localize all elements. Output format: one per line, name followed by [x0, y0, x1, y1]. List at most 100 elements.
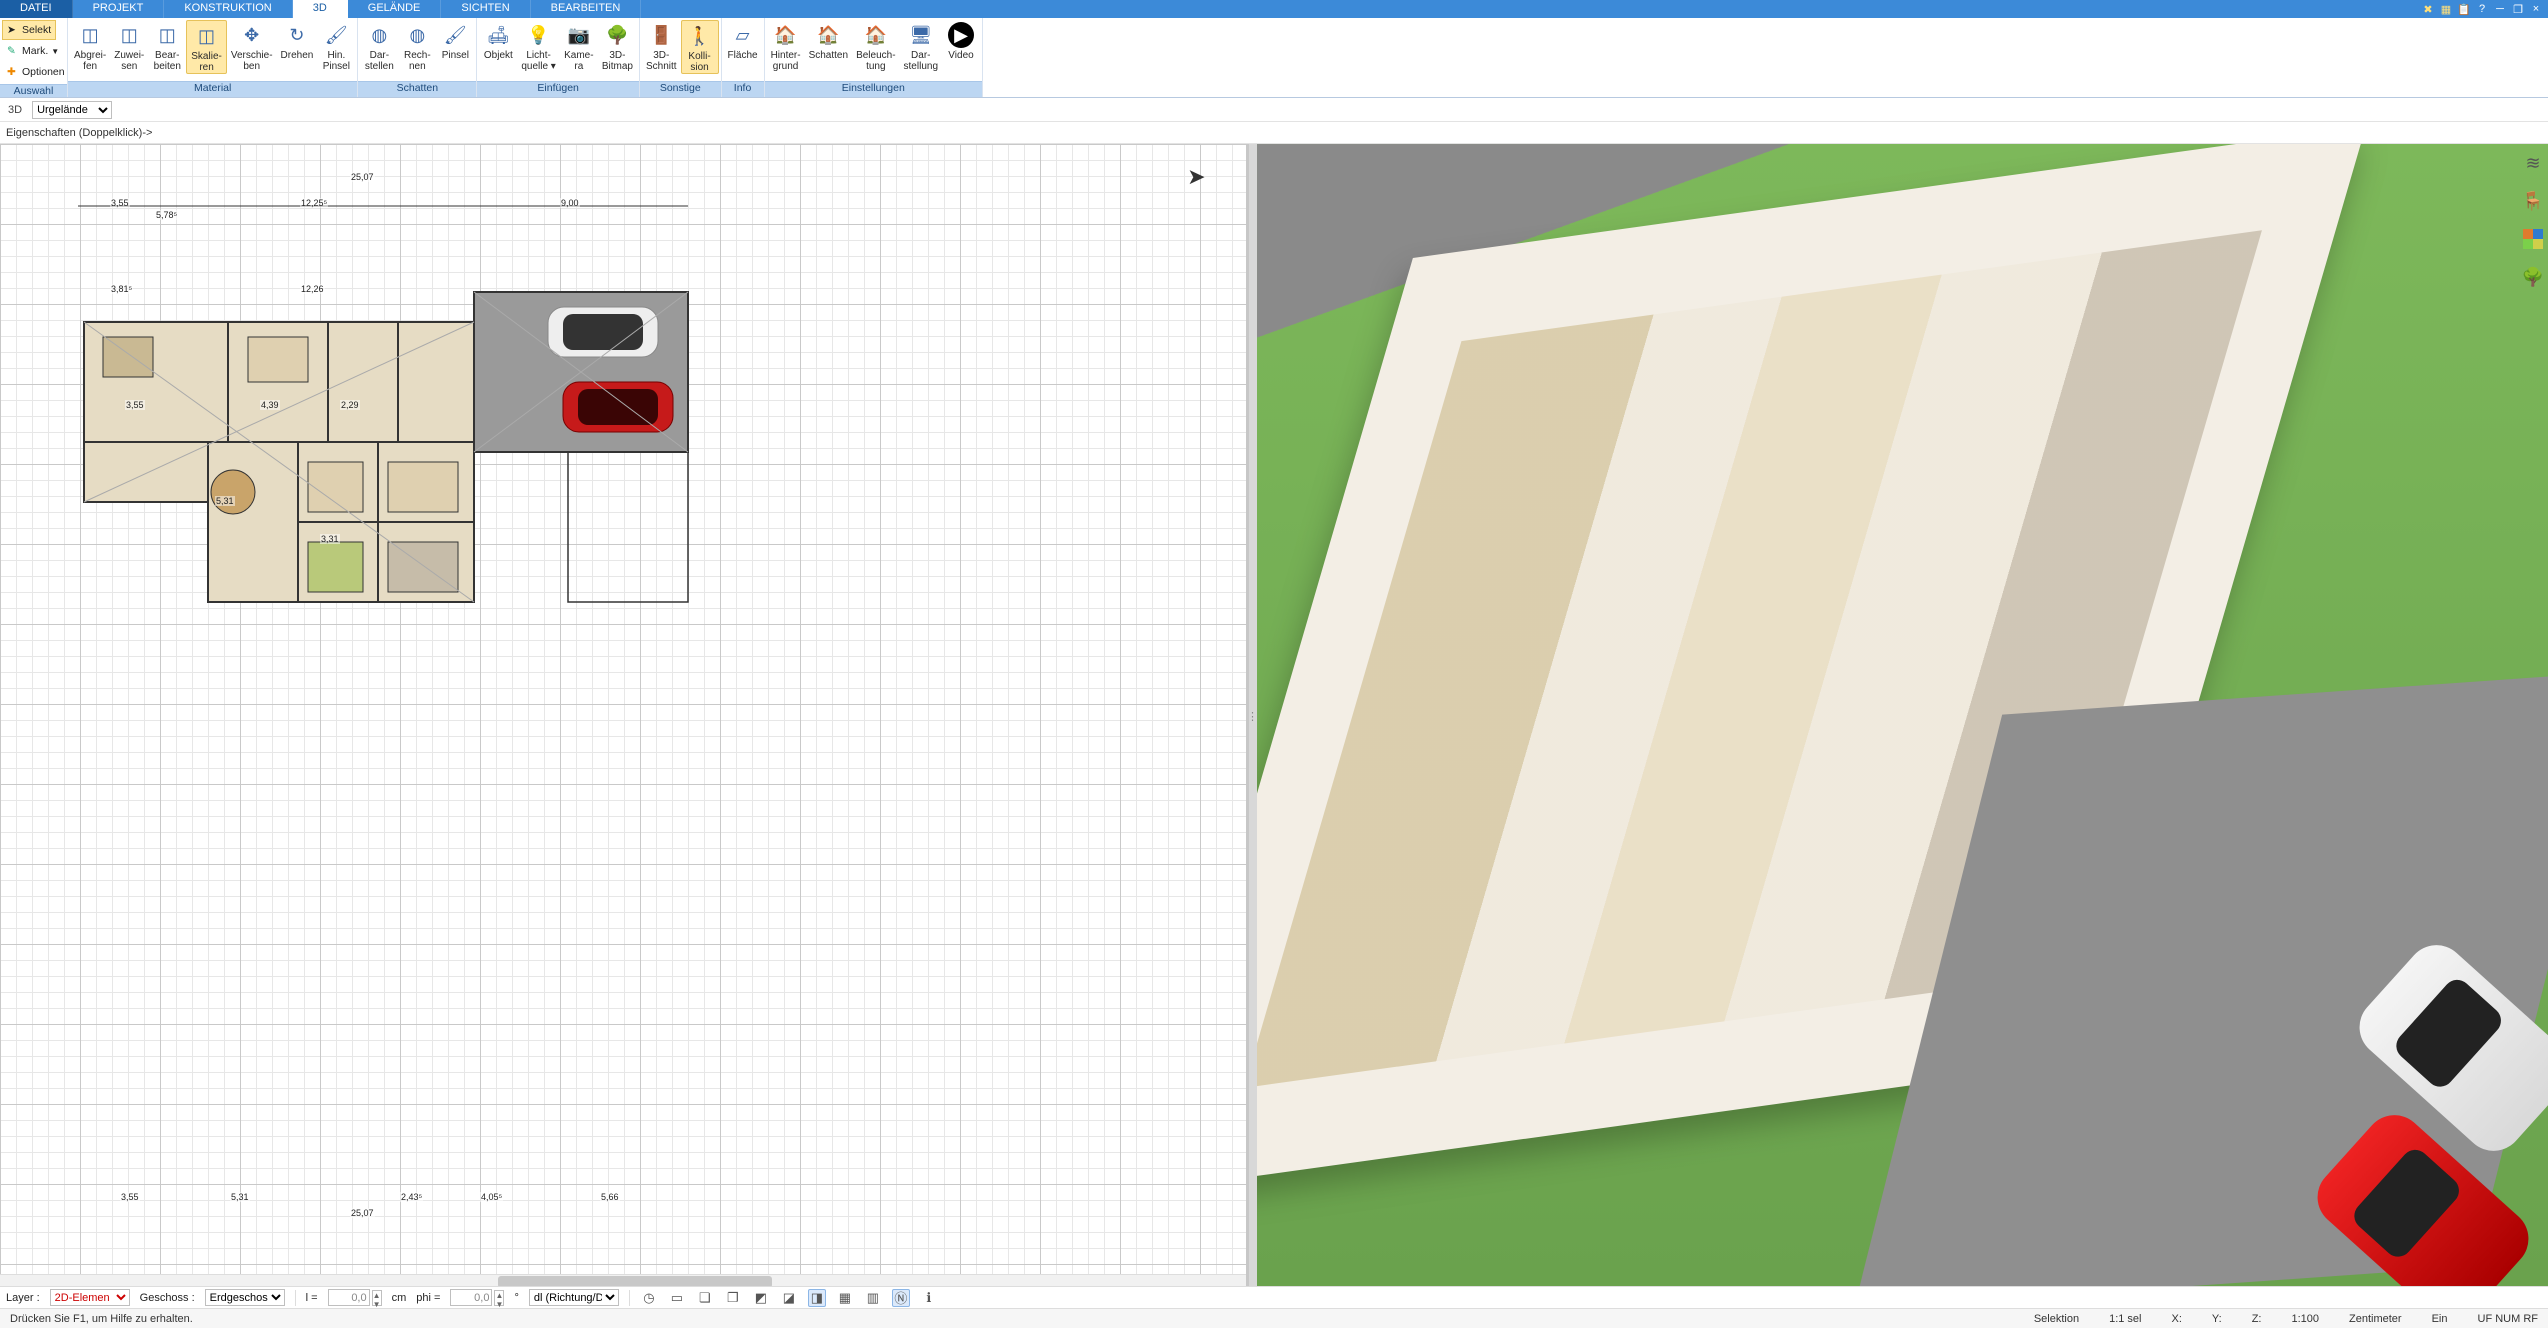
clipboard-icon[interactable]: 📋 — [2456, 2, 2472, 16]
lichtquelle-button[interactable]: 💡Licht- quelle ▾ — [517, 20, 560, 72]
optionen-button[interactable]: ✚ Optionen — [2, 62, 70, 82]
schnitt3d-button[interactable]: 🚪3D- Schnitt — [642, 20, 681, 72]
abgreifen-icon: ◫ — [77, 22, 103, 48]
darstellen-label: Dar- stellen — [365, 50, 394, 72]
properties-hint-bar[interactable]: Eigenschaften (Doppelklick)-> — [0, 122, 2548, 144]
minimize-icon[interactable]: ─ — [2492, 2, 2508, 16]
video-icon: ▶ — [948, 22, 974, 48]
tab-sichten[interactable]: SICHTEN — [441, 0, 530, 18]
kollision-button[interactable]: 🚶Kolli- sion — [681, 20, 719, 74]
dl-select[interactable]: dl (Richtung/Di — [529, 1289, 619, 1306]
menu-bar: DATEI PROJEKT KONSTRUKTION 3D GELÄNDE SI… — [0, 0, 2548, 18]
status-scale: 1:100 — [2285, 1313, 2325, 1325]
skalieren-icon: ◫ — [194, 23, 220, 49]
beleuchtung-button[interactable]: 🏠Beleuch- tung — [852, 20, 899, 72]
dim-total-top: 25,07 — [350, 172, 375, 182]
dim-b3-1: 3,55 — [120, 1192, 140, 1202]
group-label: Material — [68, 81, 357, 97]
objekt-button[interactable]: 🛋Objekt — [479, 20, 517, 61]
tree-icon[interactable]: 🌳 — [2522, 266, 2544, 288]
view-select[interactable]: Urgelände — [32, 101, 112, 119]
phi-unit: ° — [514, 1292, 518, 1304]
phi-label: phi = — [416, 1292, 440, 1304]
phi-spinner[interactable]: ▲▼ — [494, 1290, 504, 1306]
dim-b3-4: 4,05⁵ — [480, 1192, 503, 1202]
verschieben-button[interactable]: ✥Verschie- ben — [227, 20, 277, 72]
kamera-button[interactable]: 📷Kame- ra — [560, 20, 598, 72]
tab-3d[interactable]: 3D — [293, 0, 348, 18]
schatten-button[interactable]: 🏠Schatten — [805, 20, 852, 61]
hintergrund-button[interactable]: 🏠Hinter- grund — [767, 20, 805, 72]
help-icon[interactable]: ? — [2474, 2, 2490, 16]
dim-b3-5: 5,66 — [600, 1192, 620, 1202]
pane-splitter[interactable]: ⋮ — [1249, 144, 1257, 1288]
parameter-bar: Layer : 2D-Elemen Geschoss : Erdgeschos … — [0, 1286, 2548, 1308]
beleuchtung-icon: 🏠 — [863, 22, 889, 48]
info-icon[interactable]: ℹ — [920, 1289, 938, 1307]
flaeche-button[interactable]: ▱Fläche — [724, 20, 762, 61]
tab-datei[interactable]: DATEI — [0, 0, 73, 18]
zuweisen-button[interactable]: ◫Zuwei- sen — [110, 20, 148, 72]
clock-icon[interactable]: ◷ — [640, 1289, 658, 1307]
kollision-label: Kolli- sion — [688, 51, 710, 73]
rechnen-button[interactable]: ◍Rech- nen — [398, 20, 436, 72]
grid-icon[interactable]: ▥ — [864, 1289, 882, 1307]
darstellung-button[interactable]: 🖥Dar- stellung — [900, 20, 942, 72]
schatten-icon: 🏠 — [815, 22, 841, 48]
restore-icon[interactable]: ❐ — [2510, 2, 2526, 16]
darstellen-button[interactable]: ◍Dar- stellen — [360, 20, 398, 72]
dim-r3: 2,29 — [340, 400, 360, 410]
flaeche-label: Fläche — [728, 50, 758, 61]
selekt-button[interactable]: ➤ Selekt — [2, 20, 56, 40]
dim-r5: 3,31 — [320, 534, 340, 544]
screen-icon[interactable]: ▭ — [668, 1289, 686, 1307]
geschoss-select[interactable]: Erdgeschos — [205, 1289, 285, 1306]
box-icon[interactable]: ▦ — [2438, 2, 2454, 16]
zuweisen-icon: ◫ — [116, 22, 142, 48]
video-button[interactable]: ▶Video — [942, 20, 980, 61]
bitmap3d-button[interactable]: 🌳3D- Bitmap — [598, 20, 637, 72]
mark-button[interactable]: ✎ Mark. ▼ — [2, 41, 64, 61]
diag1-icon[interactable]: ◩ — [752, 1289, 770, 1307]
l-spinner[interactable]: ▲▼ — [372, 1290, 382, 1306]
tab-projekt[interactable]: PROJEKT — [73, 0, 165, 18]
drehen-button[interactable]: ↻Drehen — [277, 20, 318, 61]
pane-3d-view[interactable]: ≋ 🪑 🌳 — [1257, 144, 2548, 1288]
view-selector-bar: 3D Urgelände — [0, 98, 2548, 122]
layer-icon[interactable]: ◨ — [808, 1289, 826, 1307]
kamera-icon: 📷 — [566, 22, 592, 48]
layer-select[interactable]: 2D-Elemen — [50, 1289, 130, 1306]
close-icon[interactable]: × — [2528, 2, 2544, 16]
pane-2d-plan[interactable]: ➤ — [0, 144, 1249, 1288]
shade-icon[interactable]: ▦ — [836, 1289, 854, 1307]
ribbon-group-einstellungen: 🏠Hinter- grund🏠Schatten🏠Beleuch- tung🖥Da… — [765, 18, 983, 97]
layers-icon[interactable]: ≋ — [2522, 152, 2544, 174]
skalieren-button[interactable]: ◫Skalie- ren — [186, 20, 227, 74]
drehen-icon: ↻ — [284, 22, 310, 48]
ribbon: ➤ Selekt ✎ Mark. ▼ ✚ Optionen Auswahl ◫A… — [0, 18, 2548, 98]
palette-icon[interactable] — [2522, 228, 2544, 250]
layer-label: Layer : — [6, 1292, 40, 1304]
group-label: Schatten — [358, 81, 476, 97]
geschoss-label: Geschoss : — [140, 1292, 195, 1304]
pinsel-button[interactable]: 🖌Pinsel — [436, 20, 474, 61]
bitmap3d-label: 3D- Bitmap — [602, 50, 633, 72]
status-indicators: UF NUM RF — [2472, 1313, 2545, 1325]
l-input[interactable] — [328, 1289, 370, 1306]
phi-input[interactable] — [450, 1289, 492, 1306]
stack2-icon[interactable]: ❐ — [724, 1289, 742, 1307]
chair-icon[interactable]: 🪑 — [2522, 190, 2544, 212]
north-icon[interactable]: Ⓝ — [892, 1289, 910, 1307]
bearbeiten-button[interactable]: ◫Bear- beiten — [148, 20, 186, 72]
abgreifen-button[interactable]: ◫Abgrei- fen — [70, 20, 110, 72]
floor-plan: ➤ — [0, 144, 1246, 1288]
ribbon-group-sonstige: 🚪3D- Schnitt🚶Kolli- sionSonstige — [640, 18, 722, 97]
stack1-icon[interactable]: ❏ — [696, 1289, 714, 1307]
status-bar: Drücken Sie F1, um Hilfe zu erhalten. Se… — [0, 1308, 2548, 1328]
wrench-icon[interactable]: ✖ — [2420, 2, 2436, 16]
tab-gelaende[interactable]: GELÄNDE — [348, 0, 442, 18]
hinpinsel-button[interactable]: 🖌Hin. Pinsel — [317, 20, 355, 72]
diag2-icon[interactable]: ◪ — [780, 1289, 798, 1307]
tab-konstruktion[interactable]: KONSTRUKTION — [164, 0, 292, 18]
tab-bearbeiten[interactable]: BEARBEITEN — [531, 0, 642, 18]
